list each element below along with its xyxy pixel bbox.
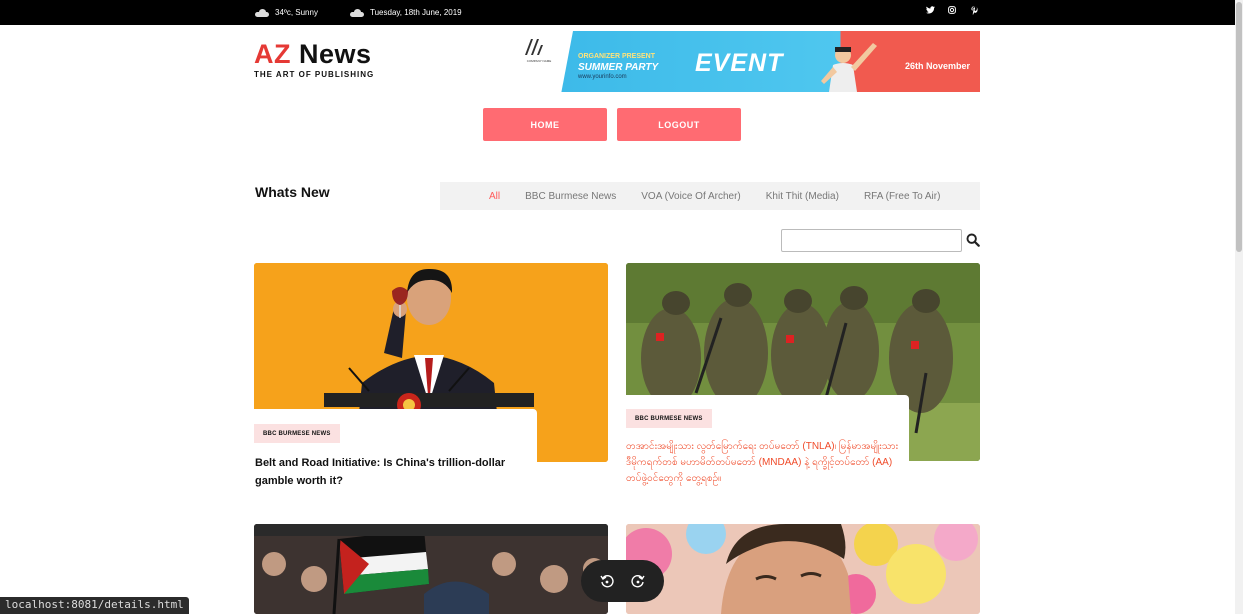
twitter-icon[interactable]: [925, 6, 935, 17]
card-image-balloons[interactable]: [626, 524, 980, 614]
card-image-protest[interactable]: [254, 524, 608, 614]
banner-url: www.yourinfo.com: [578, 74, 627, 80]
logo-tagline: THE ART OF PUBLISHING: [254, 70, 375, 79]
top-bar: 34ºc, Sunny Tuesday, 18th June, 2019: [0, 0, 1235, 25]
tab-rfa[interactable]: RFA (Free To Air): [864, 191, 941, 202]
tab-bbc-burmese[interactable]: BBC Burmese News: [525, 191, 616, 202]
section-title: Whats New: [255, 184, 330, 200]
card-headline[interactable]: Belt and Road Initiative: Is China's tri…: [255, 454, 515, 490]
rotate-right-icon[interactable]: [630, 573, 646, 589]
scrollbar-thumb[interactable]: [1236, 2, 1242, 252]
search-icon[interactable]: [966, 233, 980, 247]
category-tabs: All BBC Burmese News VOA (Voice Of Arche…: [440, 182, 980, 210]
logo-text: AZ News: [254, 40, 374, 68]
banner-organizer: ORGANIZER PRESENT: [578, 53, 656, 60]
company-name: COMPANY NAME: [526, 59, 552, 63]
tab-all[interactable]: All: [489, 191, 500, 202]
company-logo-icon: [523, 39, 545, 57]
logo-news: News: [299, 39, 372, 69]
weather: 34ºc, Sunny: [255, 8, 318, 17]
category-badge[interactable]: BBC BURMESE NEWS: [254, 424, 340, 443]
site-logo[interactable]: AZ News THE ART OF PUBLISHING: [254, 40, 374, 79]
tab-voa[interactable]: VOA (Voice Of Archer): [641, 191, 740, 202]
floating-controls: [581, 560, 664, 602]
cloud-icon: [350, 8, 364, 17]
rotate-left-icon[interactable]: [599, 573, 615, 589]
weather-text: 34ºc, Sunny: [275, 8, 318, 17]
banner-event: EVENT: [695, 49, 784, 77]
social-links: [925, 6, 979, 17]
date-text: Tuesday, 18th June, 2019: [370, 8, 462, 17]
card-headline[interactable]: တအာင်းအမျိုးသား လွတ်မြောက်ရေး တပ်မတော် (…: [626, 439, 906, 487]
pinterest-icon[interactable]: [969, 6, 979, 17]
event-banner[interactable]: COMPANY NAME ORGANIZER PRESENT SUMMER PA…: [515, 31, 980, 92]
dj-figure-icon: [821, 43, 877, 92]
date: Tuesday, 18th June, 2019: [350, 8, 462, 17]
instagram-icon[interactable]: [947, 6, 957, 17]
banner-date: 26th November: [904, 61, 970, 71]
banner-summer: SUMMER PARTY: [578, 62, 659, 73]
status-bar-url: localhost:8081/details.html: [0, 597, 189, 614]
category-badge[interactable]: BBC BURMESE NEWS: [626, 409, 712, 428]
cloud-icon: [255, 8, 269, 17]
scrollbar[interactable]: [1235, 0, 1243, 614]
home-button[interactable]: HOME: [483, 108, 607, 141]
search-input[interactable]: [781, 229, 962, 252]
logo-az: AZ: [254, 39, 291, 69]
tab-khit-thit[interactable]: Khit Thit (Media): [766, 191, 839, 202]
logout-button[interactable]: LOGOUT: [617, 108, 741, 141]
